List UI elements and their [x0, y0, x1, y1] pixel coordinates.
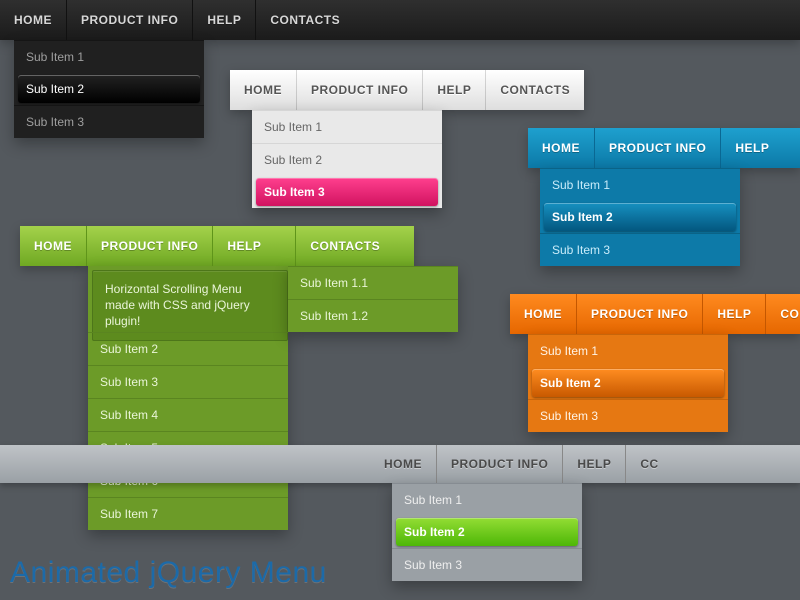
orange-sub-item-2[interactable]: Sub Item 2: [532, 369, 724, 397]
menu-light: HOME PRODUCT INFO HELP CONTACTS Sub Item…: [230, 70, 584, 110]
dark-sub-item-2[interactable]: Sub Item 2: [18, 75, 200, 103]
blue-sub-item-3[interactable]: Sub Item 3: [540, 233, 740, 266]
blue-submenu: Sub Item 1 Sub Item 2 Sub Item 3: [540, 168, 740, 266]
dark-help[interactable]: HELP: [192, 0, 255, 40]
blue-sub-item-1[interactable]: Sub Item 1: [540, 168, 740, 201]
green-home[interactable]: HOME: [20, 226, 86, 266]
orange-contacts-trunc[interactable]: CONT: [765, 294, 800, 334]
blue-sub-item-2[interactable]: Sub Item 2: [544, 203, 736, 231]
menu-blue: HOME PRODUCT INFO HELP: [528, 128, 800, 168]
dark-sub-item-3[interactable]: Sub Item 3: [14, 105, 204, 138]
dark-home[interactable]: HOME: [0, 0, 66, 40]
light-product-info[interactable]: PRODUCT INFO: [296, 70, 422, 110]
gray-home[interactable]: HOME: [370, 445, 436, 483]
light-sub-item-2[interactable]: Sub Item 2: [252, 143, 442, 176]
green-product-info[interactable]: PRODUCT INFO: [86, 226, 212, 266]
green-submenu: Horizontal Scrolling Menu made with CSS …: [88, 266, 288, 530]
orange-sub-item-3[interactable]: Sub Item 3: [528, 399, 728, 432]
dark-sub-item-1[interactable]: Sub Item 1: [14, 40, 204, 73]
page-title: Animated jQuery Menu: [10, 556, 327, 590]
green-flyout: Sub Item 1.1 Sub Item 1.2: [288, 266, 458, 332]
blue-home[interactable]: HOME: [528, 128, 594, 168]
gray-sub-item-1[interactable]: Sub Item 1: [392, 483, 582, 516]
orange-home[interactable]: HOME: [510, 294, 576, 334]
green-tooltip: Horizontal Scrolling Menu made with CSS …: [92, 270, 288, 341]
light-home[interactable]: HOME: [230, 70, 296, 110]
gray-sub-item-2[interactable]: Sub Item 2: [396, 518, 578, 546]
gray-help[interactable]: HELP: [562, 445, 625, 483]
green-sub-item-4[interactable]: Sub Item 4: [88, 398, 288, 431]
orange-submenu: Sub Item 1 Sub Item 2 Sub Item 3: [528, 334, 728, 432]
dark-contacts[interactable]: CONTACTS: [255, 0, 354, 40]
green-sub-item-2[interactable]: Sub Item 2: [88, 332, 288, 365]
green-contacts[interactable]: CONTACTS: [295, 226, 414, 266]
green-flyout-item-2[interactable]: Sub Item 1.2: [288, 299, 458, 332]
light-contacts[interactable]: CONTACTS: [485, 70, 584, 110]
gray-sub-item-3[interactable]: Sub Item 3: [392, 548, 582, 581]
menu-green: HOME PRODUCT INFO HELP CONTACTS Horizont…: [20, 226, 414, 266]
orange-sub-item-1[interactable]: Sub Item 1: [528, 334, 728, 367]
blue-help[interactable]: HELP: [720, 128, 783, 168]
green-flyout-item-1[interactable]: Sub Item 1.1: [288, 266, 458, 299]
light-sub-item-1[interactable]: Sub Item 1: [252, 110, 442, 143]
green-help[interactable]: HELP: [212, 226, 295, 266]
menu-gray: HOME PRODUCT INFO HELP CC Sub Item 1 Sub…: [370, 445, 673, 483]
gray-cc-trunc[interactable]: CC: [625, 445, 672, 483]
light-help[interactable]: HELP: [422, 70, 485, 110]
orange-help[interactable]: HELP: [702, 294, 765, 334]
green-sub-item-7[interactable]: Sub Item 7: [88, 497, 288, 530]
menu-dark: HOME PRODUCT INFO HELP CONTACTS Sub Item…: [0, 0, 800, 40]
green-sub-item-3[interactable]: Sub Item 3: [88, 365, 288, 398]
orange-product-info[interactable]: PRODUCT INFO: [576, 294, 702, 334]
gray-submenu: Sub Item 1 Sub Item 2 Sub Item 3: [392, 483, 582, 581]
gray-product-info[interactable]: PRODUCT INFO: [436, 445, 562, 483]
light-sub-item-3[interactable]: Sub Item 3: [256, 178, 438, 206]
blue-product-info[interactable]: PRODUCT INFO: [594, 128, 720, 168]
dark-product-info[interactable]: PRODUCT INFO: [66, 0, 192, 40]
dark-submenu: Sub Item 1 Sub Item 2 Sub Item 3: [14, 40, 204, 138]
light-submenu: Sub Item 1 Sub Item 2 Sub Item 3: [252, 110, 442, 208]
menu-orange: HOME PRODUCT INFO HELP CONT: [510, 294, 800, 334]
